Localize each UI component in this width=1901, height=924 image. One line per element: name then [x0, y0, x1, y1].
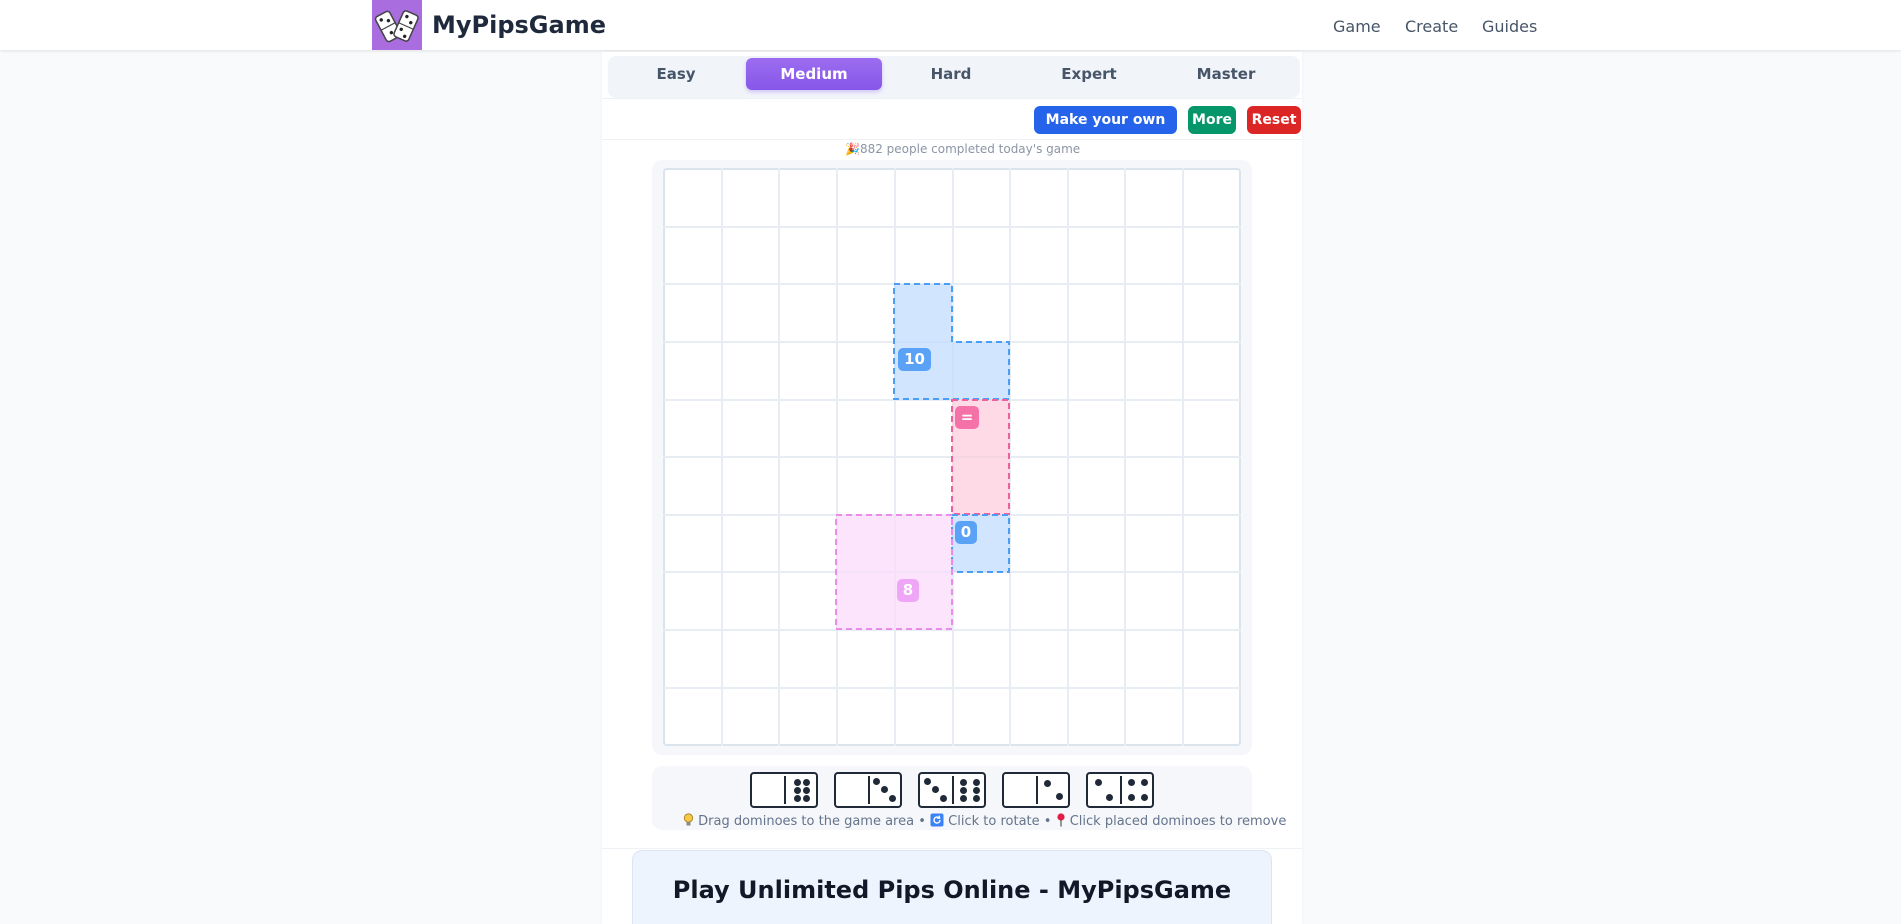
rotate-icon: [930, 813, 944, 831]
domino-piece[interactable]: [1002, 772, 1070, 808]
region-label-badge: 8: [897, 579, 919, 602]
domino-piece[interactable]: [1086, 772, 1154, 808]
instructions: Drag dominoes to the game area • Click t…: [683, 813, 1286, 831]
domino-piece[interactable]: [750, 772, 818, 808]
region-label-badge: 0: [955, 521, 977, 544]
pushpin-icon: [1056, 813, 1066, 831]
divider: [602, 848, 1302, 849]
domino-piece[interactable]: [834, 772, 902, 808]
region-label-badge: 10: [898, 348, 931, 371]
region-label-badge: =: [955, 406, 979, 429]
lightbulb-icon: [683, 813, 694, 831]
domino-piece[interactable]: [918, 772, 986, 808]
section-title: Play Unlimited Pips Online - MyPipsGame: [672, 876, 1232, 904]
